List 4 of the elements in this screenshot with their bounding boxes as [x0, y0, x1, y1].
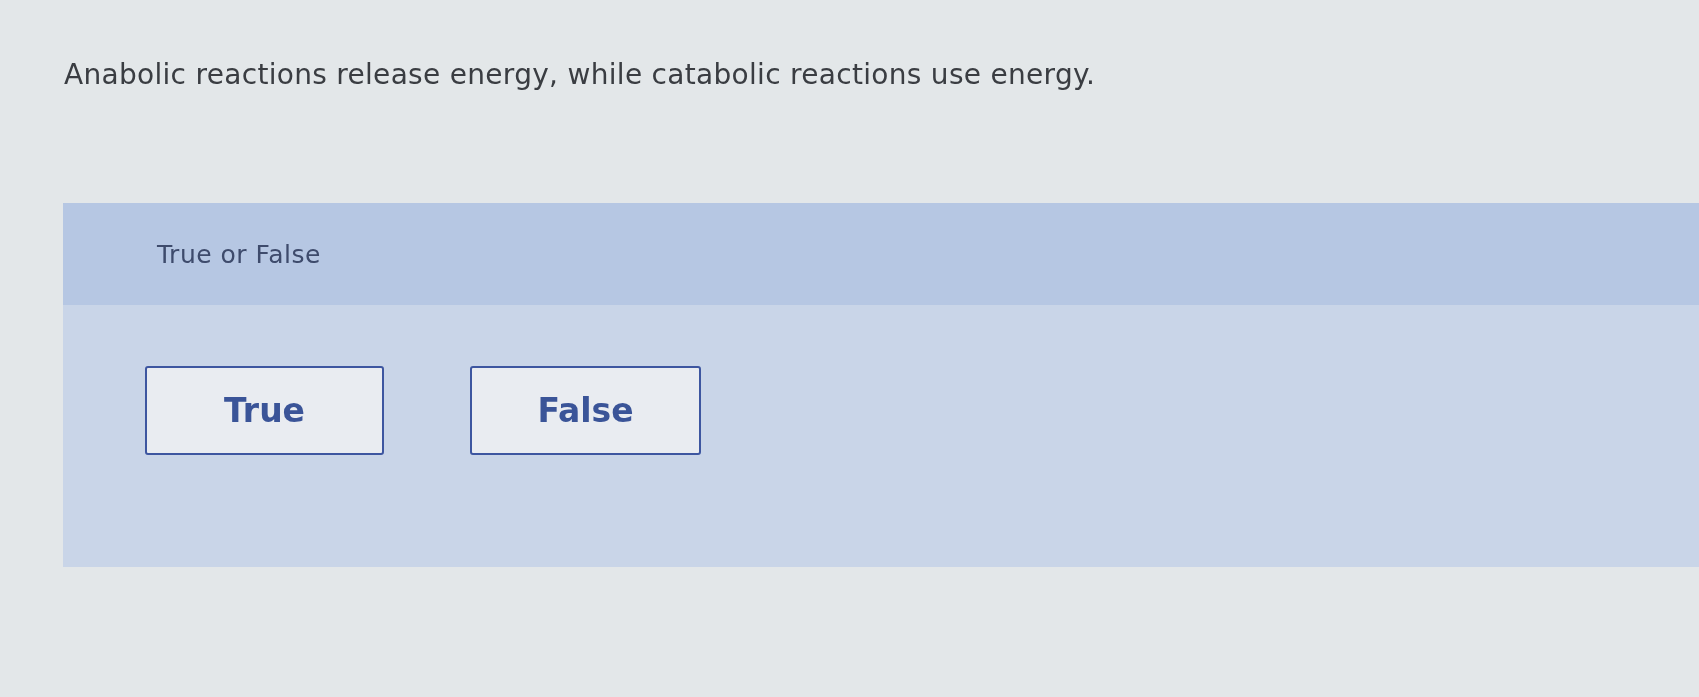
answer-option-button[interactable]: True	[145, 366, 384, 455]
question-text: Anabolic reactions release energy, while catabolic reactions use energy.	[64, 57, 1096, 93]
prompt-text: True or False	[157, 239, 321, 269]
answer-option-button[interactable]: False	[470, 366, 701, 455]
